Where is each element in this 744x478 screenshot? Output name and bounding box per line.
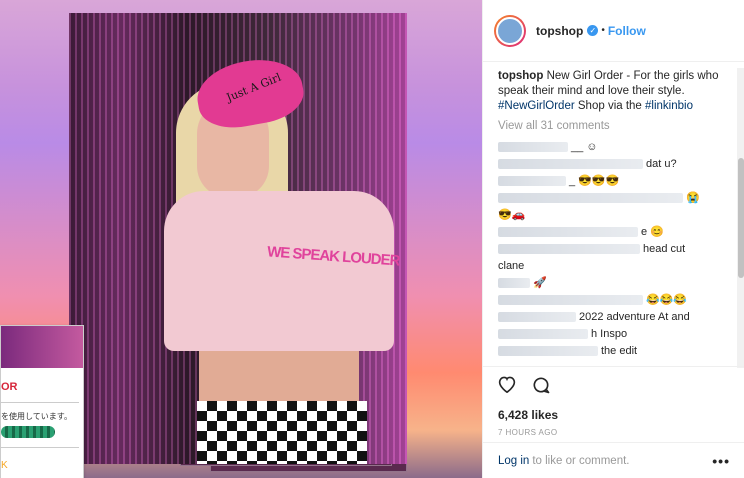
pink-shirt [164, 191, 394, 351]
popup-text: を使用しています。 [1, 412, 72, 421]
blurred-username [498, 243, 640, 254]
comment-text: 😂😂😂 [646, 294, 688, 306]
caption-text-2: Shop via the [577, 100, 642, 112]
comment-row: 😂😂😂 [483, 291, 744, 308]
background-scene: Just A Girl WE SPEAK LOUDER OR を使用しています。… [0, 0, 482, 478]
login-bar: Log in to like or comment. ••• [483, 442, 744, 478]
blurred-username [498, 277, 530, 288]
comment-text: 😭 [686, 192, 700, 204]
post-header: topshop ✓ • Follow [483, 0, 744, 62]
comment-row: _ 😎😎😎 [483, 172, 744, 189]
blurred-username [498, 311, 576, 322]
hashtag-link[interactable]: #NewGirlOrder [498, 100, 575, 112]
likes-count[interactable]: 6,428 likes [483, 400, 744, 422]
popup-link[interactable]: K [1, 460, 83, 471]
caption: topshop New Girl Order - For the girls w… [483, 61, 744, 114]
blurred-username [498, 141, 568, 152]
comment-row: 😭 [483, 189, 744, 206]
check-icon: ✓ [587, 25, 599, 36]
green-swatch [1, 426, 55, 438]
blurred-username [498, 192, 683, 203]
heart-icon[interactable] [497, 375, 517, 400]
blurred-username [498, 345, 598, 356]
caption-username[interactable]: topshop [498, 70, 543, 82]
scrollbar-thumb[interactable] [738, 158, 744, 278]
blurred-username [498, 328, 588, 339]
comment-text: _ 😎😎😎 [569, 175, 620, 187]
comment-text: head cut [643, 242, 686, 255]
login-link[interactable]: Log in [498, 455, 529, 467]
avatar[interactable] [494, 14, 526, 47]
blurred-username [498, 175, 566, 186]
blurred-username [498, 158, 643, 169]
comment-row: head cut [483, 240, 744, 257]
view-all-comments-link[interactable]: View all 31 comments [483, 114, 744, 132]
comment-row: 2022 adventure At and [483, 308, 744, 325]
comment-text: the edit [601, 344, 638, 357]
action-icons [483, 367, 744, 400]
comment-row: 😎🚗 [483, 206, 744, 223]
hashtag-link[interactable]: #linkinbio [645, 100, 693, 112]
popup-banner [1, 326, 83, 368]
post-actions: 6,428 likes 7 HOURS AGO [483, 366, 744, 437]
divider [1, 402, 79, 403]
comment-text: h Inspo [591, 327, 628, 340]
comment-text: clane [498, 259, 525, 272]
divider [1, 447, 79, 448]
username-link[interactable]: topshop [536, 24, 583, 38]
blurred-username [498, 226, 638, 237]
comments-scrollbar[interactable] [737, 68, 744, 368]
post-photo[interactable]: Just A Girl WE SPEAK LOUDER [69, 13, 407, 464]
comment-icon[interactable] [531, 375, 551, 400]
comments-area: topshop New Girl Order - For the girls w… [483, 61, 744, 366]
follow-button[interactable]: Follow [608, 24, 646, 38]
checkered-pants [197, 401, 367, 464]
comment-text: __ ☺ [571, 140, 598, 153]
comment-row: 🚀 [483, 274, 744, 291]
comment-text: e 😊 [641, 226, 664, 238]
login-suffix: to like or comment. [532, 454, 630, 467]
separator-dot: • [601, 25, 605, 36]
comment-row: h Inspo [483, 325, 744, 342]
comment-row: the edit [483, 342, 744, 359]
comment-row: e 😊 [483, 223, 744, 240]
blurred-username [498, 294, 643, 305]
comment-row: clane [483, 257, 744, 274]
background-popup: OR を使用しています。 K [0, 325, 84, 478]
timestamp[interactable]: 7 HOURS AGO [483, 422, 744, 437]
post-side-panel: topshop ✓ • Follow topshop New Girl Orde… [482, 0, 744, 478]
comment-row: __ ☺ [483, 138, 744, 155]
comment-text: dat u? [646, 157, 677, 170]
comment-text: 😎🚗 [498, 209, 526, 221]
more-options-icon[interactable]: ••• [712, 453, 730, 469]
comment-text: 2022 adventure At and [579, 310, 690, 323]
popup-title: OR [1, 381, 18, 393]
comment-text: 🚀 [533, 277, 547, 289]
avatar-image [496, 16, 524, 45]
comment-row: dat u? [483, 155, 744, 172]
